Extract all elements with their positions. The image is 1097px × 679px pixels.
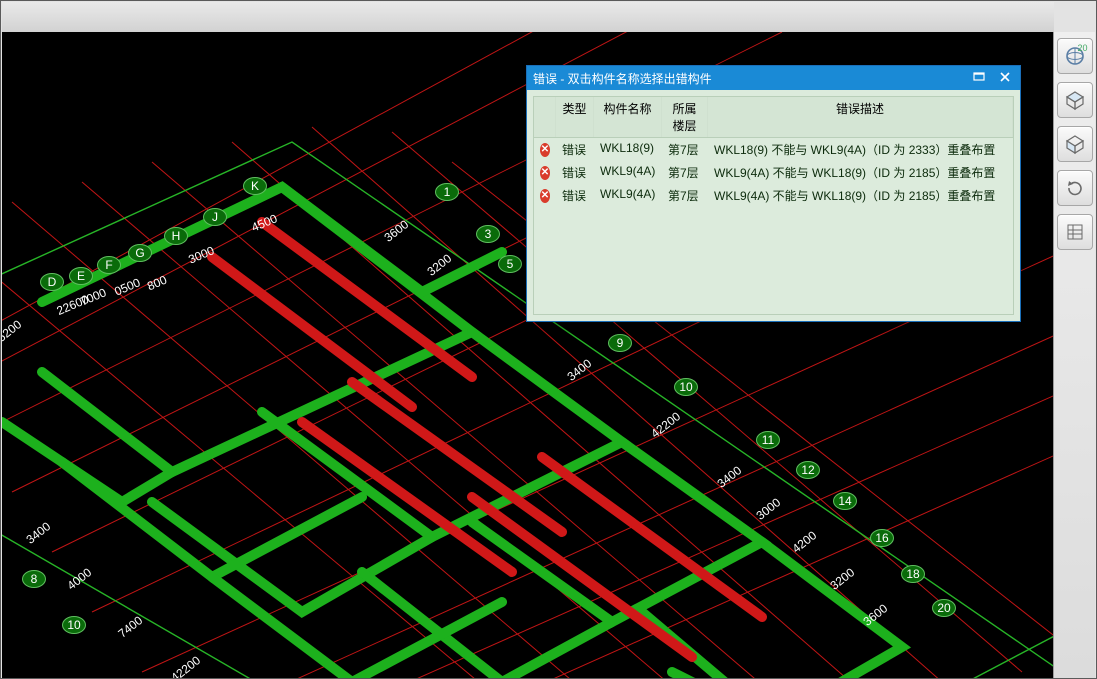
table-row[interactable]: ✕ 错误WKL9(4A)第7层WKL9(4A) 不能与 WKL18(9)（ID 为…: [534, 161, 1013, 184]
table-rows: ✕ 错误WKL18(9)第7层WKL18(9) 不能与 WKL9(4A)（ID 为…: [534, 138, 1013, 314]
grid-label: 8: [22, 570, 46, 588]
minimize-icon: [973, 72, 985, 82]
close-icon: [999, 71, 1011, 83]
properties-icon: [1064, 221, 1086, 243]
cube-top-icon: [1064, 89, 1086, 111]
grid-label: J: [203, 208, 227, 226]
app-frame: K1J3H5GFED91011121416182081011K 45003000…: [0, 0, 1097, 679]
grid-label: 16: [870, 529, 894, 547]
rotate-button[interactable]: [1057, 170, 1093, 206]
grid-label: E: [69, 267, 93, 285]
cube-iso-icon: [1064, 133, 1086, 155]
table-row[interactable]: ✕ 错误WKL18(9)第7层WKL18(9) 不能与 WKL9(4A)（ID 为…: [534, 138, 1013, 161]
close-button[interactable]: [994, 68, 1016, 86]
rotate-icon: [1064, 177, 1086, 199]
grid-label: D: [40, 273, 64, 291]
grid-label: 10: [674, 378, 698, 396]
cell-name[interactable]: WKL9(4A): [594, 161, 662, 184]
globe-badge: 20: [1077, 43, 1087, 53]
col-floor[interactable]: 所属楼层: [662, 97, 708, 137]
cell-type: 错误: [556, 184, 594, 207]
cell-name[interactable]: WKL9(4A): [594, 184, 662, 207]
grid-label: H: [164, 227, 188, 245]
cell-type: 错误: [556, 138, 594, 161]
cell-type: 错误: [556, 161, 594, 184]
grid-label: 3: [476, 225, 500, 243]
grid-label: F: [97, 256, 121, 274]
properties-button[interactable]: [1057, 214, 1093, 250]
cube-iso-button[interactable]: [1057, 126, 1093, 162]
grid-label: 5: [498, 255, 522, 273]
cube-top-button[interactable]: [1057, 82, 1093, 118]
minimize-button[interactable]: [968, 68, 990, 86]
error-icon: ✕: [540, 189, 550, 203]
grid-label: G: [128, 244, 152, 262]
globe-button[interactable]: 20: [1057, 38, 1093, 74]
grid-label: K: [243, 177, 267, 195]
error-icon: ✕: [540, 166, 550, 180]
cell-desc: WKL9(4A) 不能与 WKL18(9)（ID 为 2185）重叠布置: [708, 184, 1013, 207]
grid-label: 14: [833, 492, 857, 510]
cell-desc: WKL18(9) 不能与 WKL9(4A)（ID 为 2333）重叠布置: [708, 138, 1013, 161]
dialog-title: 错误 - 双击构件名称选择出错构件: [533, 70, 712, 87]
col-desc[interactable]: 错误描述: [708, 97, 1013, 137]
top-strip: [2, 2, 1054, 33]
grid-label: 9: [608, 334, 632, 352]
grid-label: 1: [435, 183, 459, 201]
error-icon: ✕: [540, 143, 550, 157]
viewport-3d[interactable]: K1J3H5GFED91011121416182081011K 45003000…: [2, 32, 1055, 678]
col-name[interactable]: 构件名称: [594, 97, 662, 137]
grid-label: 18: [901, 565, 925, 583]
right-toolbar: 20: [1053, 32, 1095, 678]
dialog-titlebar[interactable]: 错误 - 双击构件名称选择出错构件: [527, 66, 1020, 90]
cell-name[interactable]: WKL18(9): [594, 138, 662, 161]
col-type[interactable]: 类型: [556, 97, 594, 137]
error-dialog[interactable]: 错误 - 双击构件名称选择出错构件 类型 构件名称 所属楼层 错误描述: [526, 65, 1021, 322]
cell-floor: 第7层: [662, 161, 708, 184]
grid-label: 11: [756, 431, 780, 449]
table-row[interactable]: ✕ 错误WKL9(4A)第7层WKL9(4A) 不能与 WKL18(9)（ID 为…: [534, 184, 1013, 207]
cell-floor: 第7层: [662, 184, 708, 207]
cell-floor: 第7层: [662, 138, 708, 161]
grid-label: 10: [62, 616, 86, 634]
cell-desc: WKL9(4A) 不能与 WKL18(9)（ID 为 2185）重叠布置: [708, 161, 1013, 184]
grid-label: 12: [796, 461, 820, 479]
dialog-body: 类型 构件名称 所属楼层 错误描述 ✕ 错误WKL18(9)第7层WKL18(9)…: [533, 96, 1014, 315]
grid-label: 20: [932, 599, 956, 617]
table-header: 类型 构件名称 所属楼层 错误描述: [534, 97, 1013, 138]
